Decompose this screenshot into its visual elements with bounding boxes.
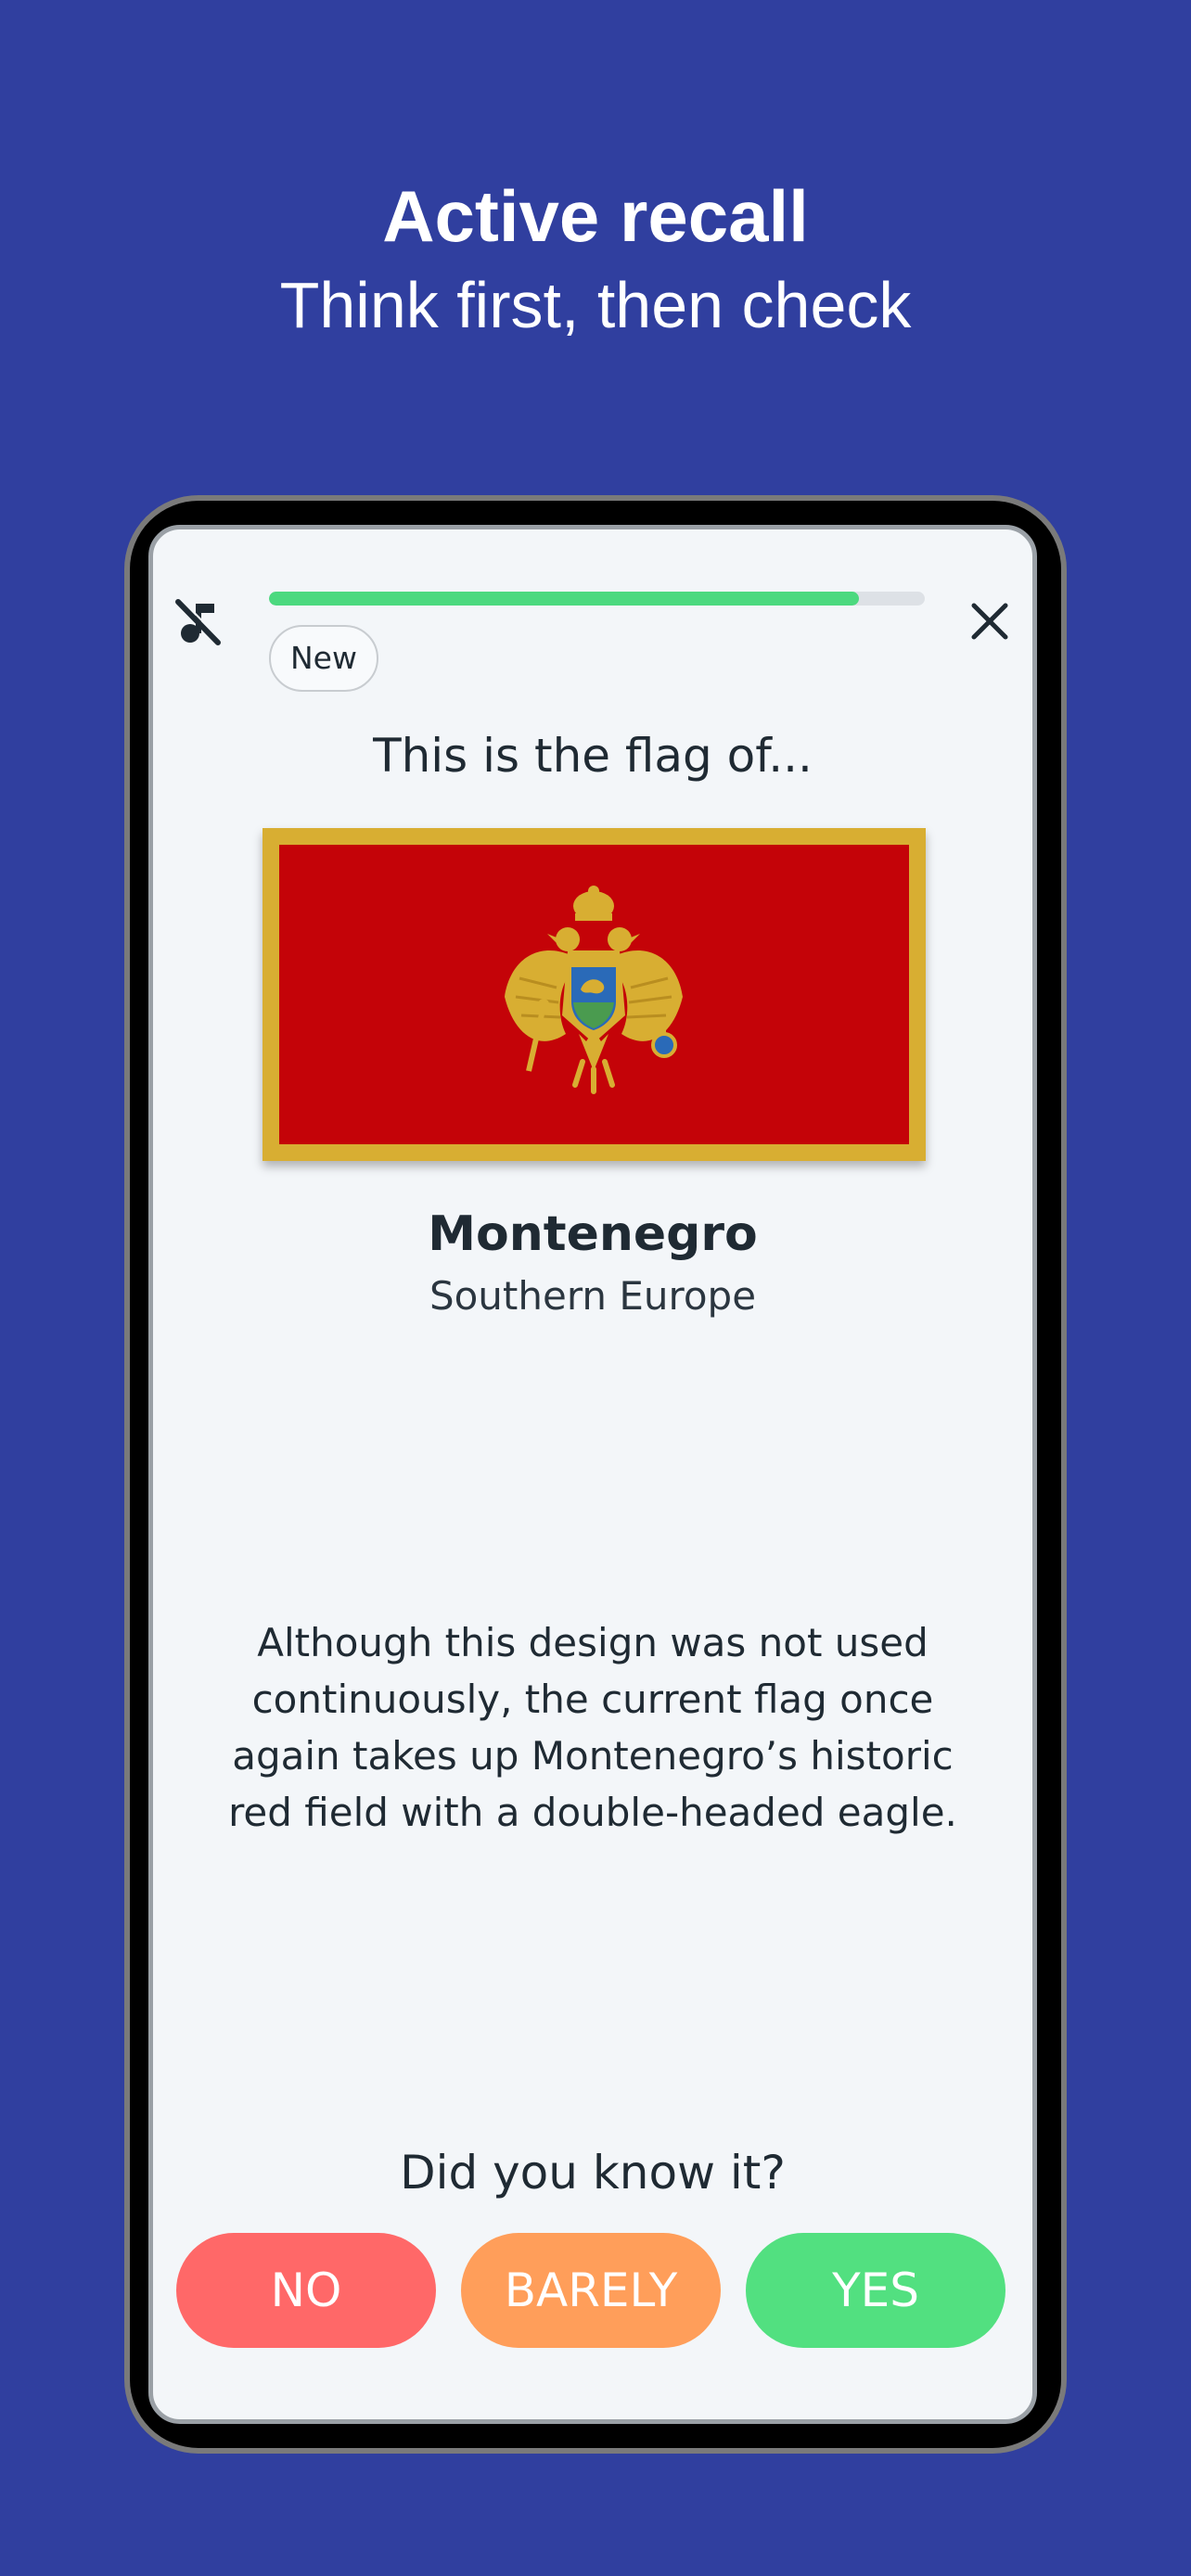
answer-barely-button[interactable]: BARELY bbox=[461, 2233, 721, 2348]
progress-bar bbox=[269, 592, 925, 606]
music-off-icon bbox=[175, 598, 222, 645]
answer-no-button[interactable]: NO bbox=[176, 2233, 436, 2348]
flag-fact-text: Although this design was not used contin… bbox=[228, 1620, 957, 1835]
page-subheadline: Think first, then check bbox=[279, 269, 912, 341]
country-region: Southern Europe bbox=[429, 1273, 757, 1319]
double-headed-eagle-emblem bbox=[505, 886, 683, 1094]
music-off-button[interactable] bbox=[175, 596, 222, 648]
country-name: Montenegro bbox=[428, 1206, 758, 1262]
recall-question: Did you know it? bbox=[400, 2146, 786, 2200]
phone-screen: New This is the flag of... Montenegro So… bbox=[148, 525, 1037, 2424]
question-prompt: This is the flag of... bbox=[373, 729, 813, 783]
page-headline: Active recall bbox=[382, 175, 809, 257]
progress-bar-fill bbox=[269, 592, 860, 606]
close-icon bbox=[971, 603, 1008, 640]
close-button[interactable] bbox=[968, 600, 1011, 643]
flag-red-field bbox=[279, 845, 909, 1144]
flag-image bbox=[263, 828, 926, 1161]
status-badge: New bbox=[269, 625, 378, 692]
answer-yes-button[interactable]: YES bbox=[746, 2233, 1005, 2348]
